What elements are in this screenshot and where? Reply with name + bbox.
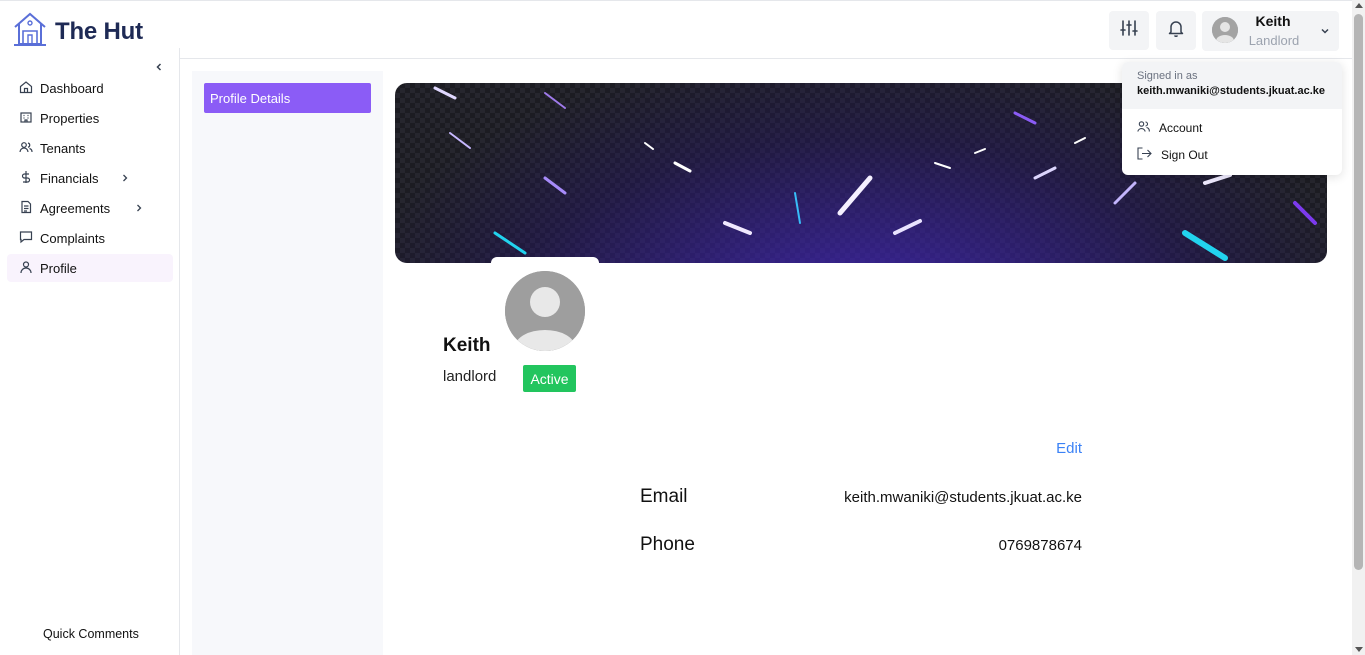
scroll-down-arrow-icon[interactable] — [1355, 647, 1363, 652]
quick-comments-link[interactable]: Quick Comments — [43, 627, 139, 641]
menu-item-label: Sign Out — [1161, 148, 1208, 162]
bell-icon — [1167, 19, 1185, 42]
edit-profile-link[interactable]: Edit — [1040, 440, 1082, 457]
profile-role: landlord — [443, 368, 497, 385]
chevron-right-icon — [119, 172, 131, 187]
sidebar-item-label: Tenants — [40, 140, 86, 156]
phone-value: 0769878674 — [998, 537, 1082, 554]
users-icon — [19, 140, 33, 157]
menu-item-sign-out[interactable]: Sign Out — [1137, 147, 1208, 163]
sidebar-item-agreements[interactable]: Agreements — [7, 194, 173, 222]
dollar-icon — [19, 170, 33, 187]
app-title: The Hut — [55, 17, 143, 45]
sidebar-item-label: Profile — [40, 260, 77, 276]
top-header: The Hut Keith Landlord — [0, 0, 1352, 59]
account-icon — [1137, 120, 1150, 136]
sidebar: Dashboard Properties Tenants Financials … — [0, 48, 180, 655]
sidebar-item-dashboard[interactable]: Dashboard — [7, 74, 173, 102]
logo[interactable]: The Hut — [13, 11, 143, 52]
sidebar-item-properties[interactable]: Properties — [7, 104, 173, 132]
user-avatar — [1212, 17, 1238, 43]
sidebar-item-financials[interactable]: Financials — [7, 164, 173, 192]
sidebar-item-label: Properties — [40, 110, 100, 126]
message-icon — [19, 230, 33, 247]
status-badge: Active — [523, 365, 576, 392]
sign-out-icon — [1137, 147, 1152, 163]
phone-label: Phone — [640, 534, 695, 555]
chevron-down-icon — [1319, 24, 1331, 42]
signed-in-email: keith.mwaniki@students.jkuat.ac.ke — [1137, 85, 1326, 97]
scroll-up-arrow-icon[interactable] — [1355, 3, 1363, 8]
user-name: Keith — [1255, 13, 1291, 29]
user-dropdown-menu: Signed in as keith.mwaniki@students.jkua… — [1122, 62, 1342, 175]
user-role: Landlord — [1248, 33, 1300, 48]
sidebar-item-tenants[interactable]: Tenants — [7, 134, 173, 162]
menu-item-account[interactable]: Account — [1137, 120, 1202, 136]
email-label: Email — [640, 486, 688, 507]
profile-tabs-panel: Profile Details — [192, 71, 383, 655]
sidebar-item-profile[interactable]: Profile — [7, 254, 173, 282]
building-icon — [19, 110, 33, 127]
sidebar-item-label: Dashboard — [40, 80, 104, 96]
sliders-icon — [1120, 19, 1138, 42]
notifications-button[interactable] — [1156, 11, 1196, 50]
house-logo-icon — [13, 11, 47, 52]
profile-name: Keith — [443, 335, 491, 356]
chevron-right-icon — [133, 202, 145, 217]
email-value: keith.mwaniki@students.jkuat.ac.ke — [844, 489, 1082, 506]
page-scrollbar[interactable] — [1352, 0, 1365, 655]
user-menu-button[interactable]: Keith Landlord — [1202, 11, 1339, 51]
user-icon — [19, 260, 33, 277]
document-icon — [19, 200, 33, 217]
settings-sliders-button[interactable] — [1109, 11, 1149, 50]
sidebar-item-complaints[interactable]: Complaints — [7, 224, 173, 252]
scrollbar-thumb[interactable] — [1354, 14, 1363, 570]
sidebar-item-label: Agreements — [40, 200, 111, 216]
tab-profile-details[interactable]: Profile Details — [204, 83, 371, 113]
profile-avatar[interactable] — [505, 271, 585, 351]
home-icon — [19, 80, 33, 97]
menu-item-label: Account — [1159, 121, 1203, 135]
dropdown-header: Signed in as keith.mwaniki@students.jkua… — [1122, 62, 1342, 109]
sidebar-item-label: Financials — [40, 170, 99, 186]
signed-in-label: Signed in as — [1137, 70, 1198, 82]
sidebar-item-label: Complaints — [40, 230, 106, 246]
